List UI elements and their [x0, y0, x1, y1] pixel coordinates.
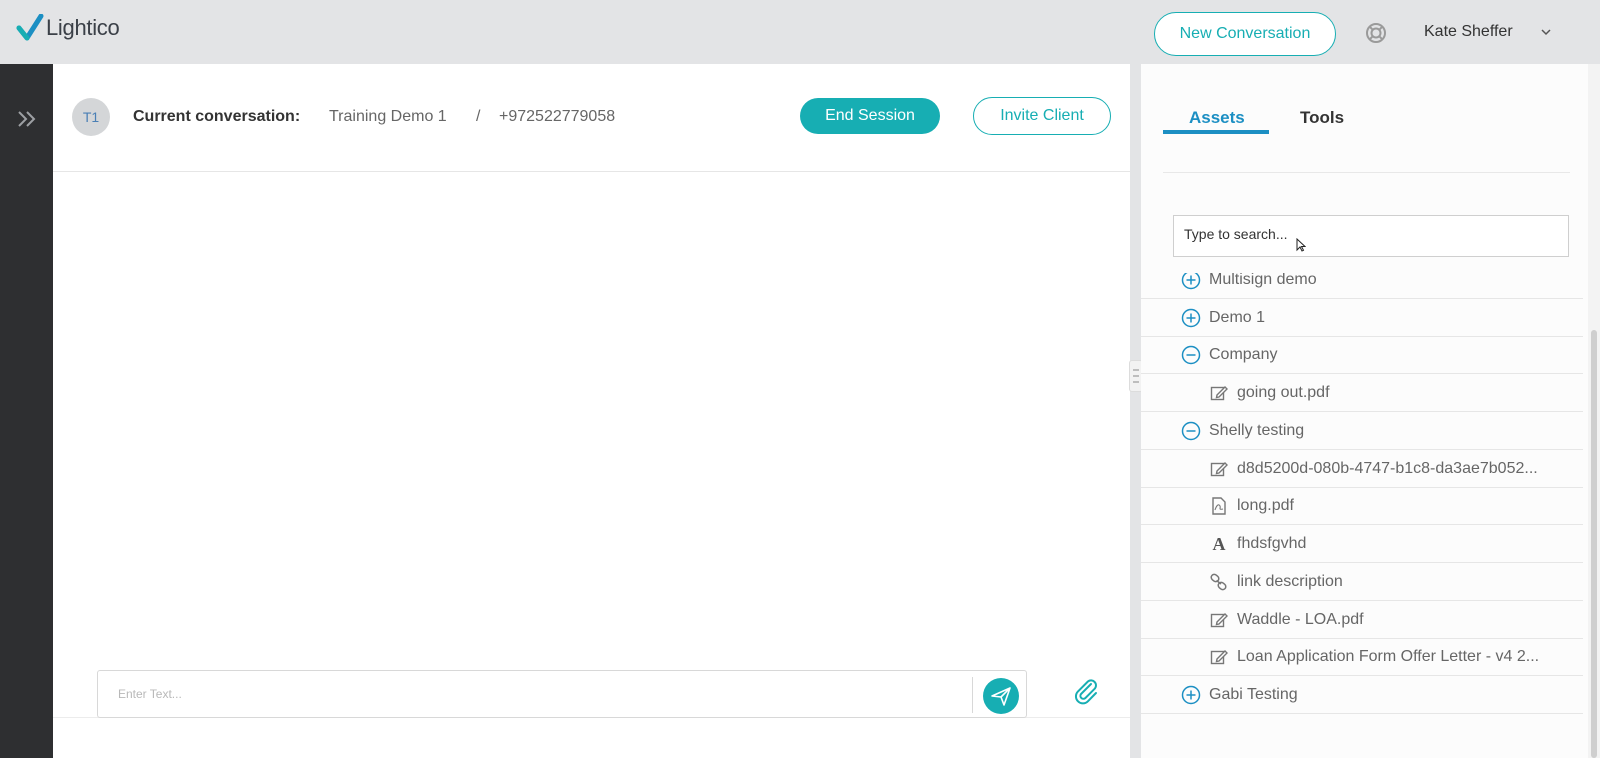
pdf-file-icon — [1212, 496, 1226, 515]
conversation-name: Training Demo 1 — [329, 108, 447, 125]
asset-group-company[interactable]: Company — [1141, 336, 1583, 374]
asset-item-label: Loan Application Form Offer Letter - v4 … — [1237, 647, 1540, 665]
asset-group-label: Company — [1209, 345, 1278, 363]
asset-item-label: going out.pdf — [1237, 383, 1330, 401]
asset-item-label: link description — [1237, 572, 1343, 590]
asset-group-shelly-testing[interactable]: Shelly testing — [1141, 412, 1583, 450]
edit-form-icon — [1210, 385, 1228, 400]
double-chevron-right-icon[interactable] — [16, 108, 38, 130]
asset-item-long-pdf[interactable]: long.pdf — [1141, 487, 1583, 525]
conversation-pane: T1 Current conversation: Training Demo 1… — [53, 64, 1130, 758]
asset-item-link-description[interactable]: link description — [1141, 563, 1583, 601]
plus-circle-icon[interactable] — [1181, 273, 1201, 290]
plus-circle-icon[interactable] — [1181, 685, 1201, 705]
tab-tools[interactable]: Tools — [1300, 108, 1344, 128]
pane-splitter[interactable] — [1130, 64, 1141, 758]
side-rail — [0, 64, 53, 758]
lightico-logo[interactable]: Lightico — [16, 14, 120, 42]
tab-assets[interactable]: Assets — [1189, 108, 1245, 128]
asset-group-label: Shelly testing — [1209, 421, 1305, 439]
brand-name: Lightico — [46, 15, 120, 40]
asset-group-demo-1[interactable]: Demo 1 — [1141, 299, 1583, 337]
asset-item-going-out[interactable]: going out.pdf — [1141, 374, 1583, 412]
send-button[interactable] — [983, 678, 1019, 714]
conversation-label: Current conversation: — [133, 108, 301, 125]
message-area — [53, 172, 1130, 717]
edit-form-icon — [1210, 461, 1228, 476]
assets-scrollbar[interactable] — [1591, 330, 1597, 758]
asset-item-label: Waddle - LOA.pdf — [1237, 610, 1364, 628]
asset-item-waddle-loa[interactable]: Waddle - LOA.pdf — [1141, 601, 1583, 639]
user-name[interactable]: Kate Sheffer — [1424, 23, 1513, 41]
panel-divider — [1163, 172, 1570, 173]
composer-separator — [972, 677, 973, 713]
conversation-phone: +972522779058 — [499, 108, 616, 125]
svg-text:A: A — [1213, 534, 1226, 554]
assets-panel: Assets Tools Type to search... Multisign… — [1141, 64, 1590, 758]
text-icon: A — [1213, 534, 1226, 554]
mouse-cursor-icon — [1296, 238, 1306, 252]
asset-item-label: long.pdf — [1237, 496, 1294, 514]
paperclip-icon[interactable] — [1071, 676, 1101, 706]
invite-client-button[interactable]: Invite Client — [973, 97, 1111, 135]
avatar: T1 — [72, 98, 110, 136]
asset-group-label: Multisign demo — [1209, 273, 1317, 288]
asset-group-multisign-demo[interactable]: Multisign demo — [1141, 273, 1583, 299]
lightico-logo-icon — [16, 14, 44, 41]
asset-item-label: d8d5200d-080b-4747-b1c8-da3ae7b052... — [1237, 459, 1538, 477]
asset-group-gabi-testing[interactable]: Gabi Testing — [1141, 676, 1583, 714]
edit-form-icon — [1210, 649, 1228, 664]
plus-circle-icon[interactable] — [1181, 308, 1201, 328]
edit-form-icon — [1210, 612, 1228, 627]
new-conversation-button[interactable]: New Conversation — [1154, 12, 1336, 56]
minus-circle-icon[interactable] — [1181, 345, 1201, 365]
link-icon — [1210, 573, 1227, 590]
lifebuoy-icon[interactable] — [1365, 22, 1387, 44]
paper-plane-icon — [991, 687, 1011, 706]
asset-item-loan-application[interactable]: Loan Application Form Offer Letter - v4 … — [1141, 638, 1583, 676]
conversation-separator: / — [476, 108, 481, 125]
assets-list: Multisign demo Demo 1 Company going out.… — [1141, 273, 1583, 758]
asset-group-label: Demo 1 — [1209, 308, 1266, 326]
active-tab-indicator — [1163, 130, 1269, 134]
asset-item-d8d5200d[interactable]: d8d5200d-080b-4747-b1c8-da3ae7b052... — [1141, 450, 1583, 488]
asset-search-input[interactable]: Type to search... — [1173, 215, 1569, 257]
asset-item-fhdsfgvhd[interactable]: A fhdsfgvhd — [1141, 525, 1583, 563]
minus-circle-icon[interactable] — [1181, 421, 1201, 441]
message-composer[interactable]: Enter Text... — [97, 670, 1027, 718]
asset-item-label: fhdsfgvhd — [1237, 534, 1307, 552]
conversation-header: T1 Current conversation: Training Demo 1… — [53, 64, 1130, 172]
message-input[interactable]: Enter Text... — [118, 687, 182, 701]
top-bar: Lightico New Conversation Kate Sheffer — [0, 0, 1600, 64]
asset-group-label: Gabi Testing — [1209, 685, 1298, 703]
end-session-button[interactable]: End Session — [800, 98, 940, 134]
chevron-down-icon[interactable] — [1540, 26, 1552, 38]
